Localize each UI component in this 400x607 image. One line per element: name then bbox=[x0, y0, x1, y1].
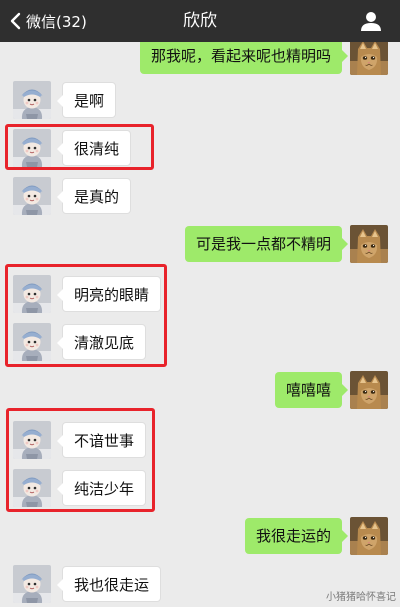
received-bubble[interactable]: 是真的 bbox=[56, 178, 132, 214]
received-bubble[interactable]: 纯洁少年 bbox=[56, 470, 147, 506]
sent-bubble[interactable]: 那我呢，看起来呢也精明吗 bbox=[139, 42, 349, 74]
received-bubble[interactable]: 不谙世事 bbox=[56, 422, 147, 458]
received-bubble[interactable]: 清澈见底 bbox=[56, 324, 147, 360]
message-row: 那我呢，看起来呢也精明吗 bbox=[0, 42, 400, 85]
received-bubble[interactable]: 明亮的眼睛 bbox=[56, 276, 162, 312]
message-row: 我很走运的 bbox=[0, 517, 400, 565]
message-row: 很清纯 bbox=[0, 129, 400, 177]
watermark: 小猪猪哈怀喜记 bbox=[326, 592, 396, 603]
cat-avatar[interactable] bbox=[350, 42, 388, 75]
cat-avatar-contact[interactable] bbox=[13, 129, 51, 167]
cat-avatar-contact[interactable] bbox=[13, 421, 51, 459]
cat-avatar-contact[interactable] bbox=[13, 275, 51, 313]
sent-bubble[interactable]: 嘻嘻嘻 bbox=[274, 372, 349, 408]
person-icon[interactable] bbox=[360, 11, 382, 31]
back-button[interactable]: 微信(32) bbox=[6, 0, 87, 42]
cat-avatar-contact[interactable] bbox=[13, 323, 51, 361]
cat-avatar-contact[interactable] bbox=[13, 469, 51, 507]
cat-avatar-contact[interactable] bbox=[13, 565, 51, 603]
received-bubble[interactable]: 很清纯 bbox=[56, 130, 132, 166]
cat-avatar-contact[interactable] bbox=[13, 177, 51, 215]
message-row: 不谙世事 bbox=[0, 421, 400, 469]
chat-header: 微信(32) 欣欣 bbox=[0, 0, 400, 42]
cat-avatar[interactable] bbox=[350, 517, 388, 555]
cat-avatar[interactable] bbox=[350, 371, 388, 409]
chat-area[interactable]: 那我呢，看起来呢也精明吗 是啊 很清纯 是真的 可是我一点都不精明 明亮的眼睛 … bbox=[0, 42, 400, 607]
received-bubble[interactable]: 是啊 bbox=[56, 82, 117, 118]
back-label: 微信(32) bbox=[26, 12, 87, 31]
chevron-left-icon bbox=[10, 12, 21, 30]
message-row: 明亮的眼睛 bbox=[0, 275, 400, 323]
received-bubble[interactable]: 我也很走运 bbox=[56, 566, 162, 602]
cat-avatar-contact[interactable] bbox=[13, 81, 51, 119]
message-row: 可是我一点都不精明 bbox=[0, 225, 400, 273]
message-row: 纯洁少年 bbox=[0, 469, 400, 517]
cat-avatar[interactable] bbox=[350, 225, 388, 263]
message-row: 清澈见底 bbox=[0, 323, 400, 371]
message-row: 是啊 bbox=[0, 81, 400, 129]
sent-bubble[interactable]: 可是我一点都不精明 bbox=[184, 226, 349, 262]
message-row: 嘻嘻嘻 bbox=[0, 371, 400, 419]
message-row: 是真的 bbox=[0, 177, 400, 225]
sent-bubble[interactable]: 我很走运的 bbox=[244, 518, 349, 554]
